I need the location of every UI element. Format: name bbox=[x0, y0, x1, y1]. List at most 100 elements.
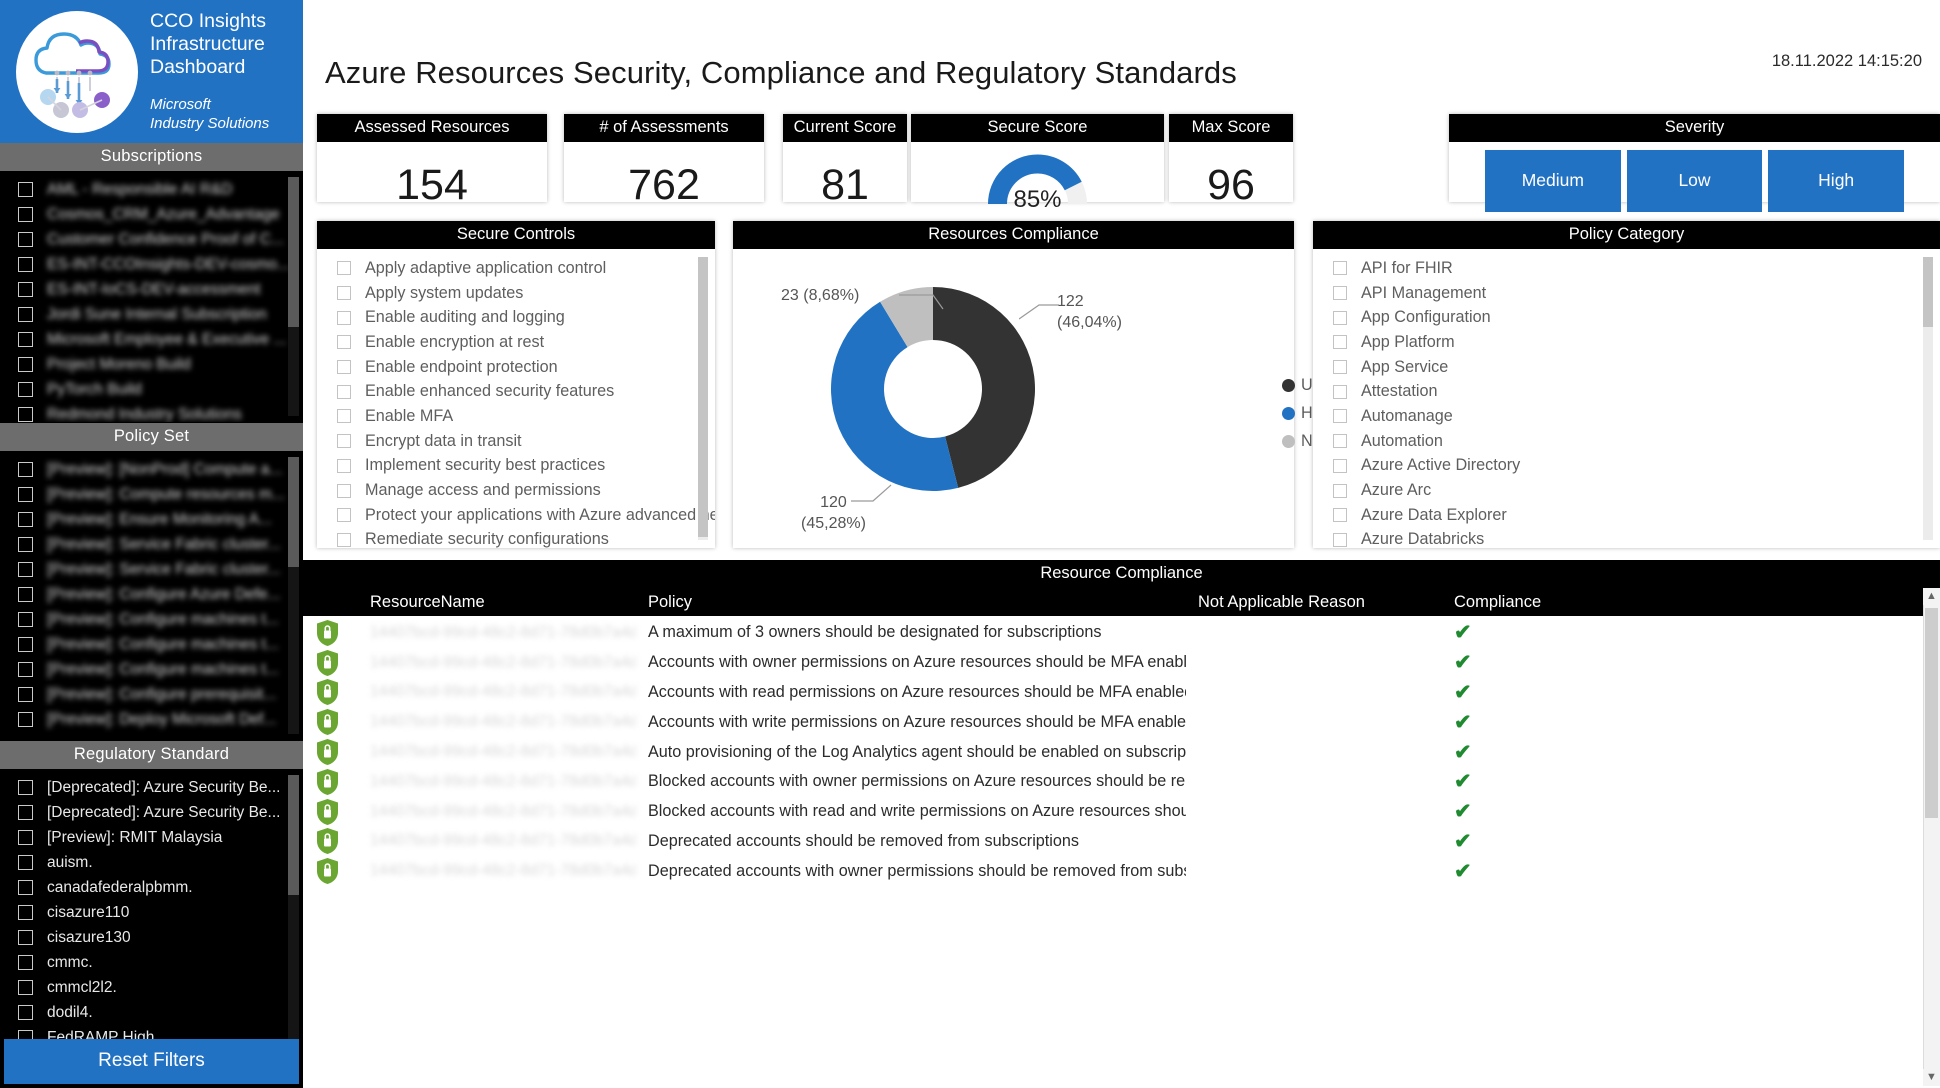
checkbox-icon[interactable] bbox=[18, 382, 33, 397]
checkbox-icon[interactable] bbox=[337, 458, 351, 473]
checkbox-icon[interactable] bbox=[1333, 384, 1347, 399]
checkbox-icon[interactable] bbox=[18, 780, 33, 795]
subscription-item[interactable]: AML - Responsible AI R&D bbox=[0, 177, 303, 202]
regulatory-standard-item[interactable]: auism. bbox=[0, 850, 303, 875]
checkbox-icon[interactable] bbox=[18, 612, 33, 627]
policy-category-item[interactable]: App Configuration bbox=[1313, 305, 1940, 330]
policy-set-item[interactable]: [Preview]: Service Fabric cluster... bbox=[0, 532, 303, 557]
secure-controls-list[interactable]: Apply adaptive application control Apply … bbox=[317, 249, 715, 548]
checkbox-icon[interactable] bbox=[337, 409, 351, 424]
policy-set-item[interactable]: [Preview]: Service Fabric cluster... bbox=[0, 557, 303, 582]
checkbox-icon[interactable] bbox=[18, 537, 33, 552]
checkbox-icon[interactable] bbox=[18, 407, 33, 422]
regulatory-standard-item[interactable]: dodil4. bbox=[0, 1000, 303, 1025]
checkbox-icon[interactable] bbox=[18, 637, 33, 652]
severity-button-medium[interactable]: Medium bbox=[1485, 150, 1621, 212]
checkbox-icon[interactable] bbox=[18, 712, 33, 727]
checkbox-icon[interactable] bbox=[1333, 360, 1347, 375]
checkbox-icon[interactable] bbox=[337, 286, 351, 301]
policy-category-item[interactable]: API Management bbox=[1313, 281, 1940, 306]
checkbox-icon[interactable] bbox=[337, 261, 351, 276]
policy-category-item[interactable]: API for FHIR bbox=[1313, 256, 1940, 281]
checkbox-icon[interactable] bbox=[18, 307, 33, 322]
policy-category-item[interactable]: Azure Databricks bbox=[1313, 528, 1940, 548]
checkbox-icon[interactable] bbox=[18, 357, 33, 372]
checkbox-icon[interactable] bbox=[18, 562, 33, 577]
table-row[interactable]: 14407bcd-99cd-48c2-8d71-78d0b7a4d96 Accou… bbox=[303, 707, 1940, 737]
checkbox-icon[interactable] bbox=[1333, 434, 1347, 449]
checkbox-icon[interactable] bbox=[337, 360, 351, 375]
secure-controls-scroll-thumb[interactable] bbox=[698, 257, 708, 537]
policy-category-list[interactable]: API for FHIR API Management App Configurat… bbox=[1313, 249, 1940, 548]
secure-control-item[interactable]: Enable endpoint protection bbox=[317, 355, 715, 380]
checkbox-icon[interactable] bbox=[337, 434, 351, 449]
severity-button-low[interactable]: Low bbox=[1626, 150, 1763, 212]
table-row[interactable]: 14407bcd-99cd-48c2-8d71-78d0b7a4d96 Depre… bbox=[303, 856, 1940, 886]
checkbox-icon[interactable] bbox=[18, 687, 33, 702]
checkbox-icon[interactable] bbox=[18, 805, 33, 820]
severity-button-high[interactable]: High bbox=[1768, 150, 1905, 212]
table-scroll-down-arrow[interactable]: ▼ bbox=[1923, 1069, 1940, 1086]
regulatory-standard-item[interactable]: cisazure110 bbox=[0, 900, 303, 925]
checkbox-icon[interactable] bbox=[18, 462, 33, 477]
checkbox-icon[interactable] bbox=[337, 335, 351, 350]
subscription-item[interactable]: Project Moreno Build bbox=[0, 352, 303, 377]
checkbox-icon[interactable] bbox=[18, 662, 33, 677]
policy-set-item[interactable]: [Preview]: Compute resources m... bbox=[0, 482, 303, 507]
policy-set-item[interactable]: [Preview]: [NonProd] Compute a... bbox=[0, 457, 303, 482]
table-row[interactable]: 14407bcd-99cd-48c2-8d71-78d0b7a4d96 Depre… bbox=[303, 827, 1940, 857]
policy-set-item[interactable]: [Preview]: Configure machines t... bbox=[0, 657, 303, 682]
policy-set-item[interactable]: [Preview]: Configure machines t... bbox=[0, 607, 303, 632]
checkbox-icon[interactable] bbox=[18, 980, 33, 995]
policy-category-item[interactable]: Automation bbox=[1313, 429, 1940, 454]
regulatory-standard-item[interactable]: [Preview]: RMIT Malaysia bbox=[0, 825, 303, 850]
secure-control-item[interactable]: Enable auditing and logging bbox=[317, 305, 715, 330]
policy-set-item[interactable]: [Preview]: Ensure Monitoring A... bbox=[0, 507, 303, 532]
policy-set-item[interactable]: [Preview]: Configure Azure Defe... bbox=[0, 582, 303, 607]
checkbox-icon[interactable] bbox=[18, 855, 33, 870]
subscription-item[interactable]: Cosmos_CRM_Azure_Advantage bbox=[0, 202, 303, 227]
checkbox-icon[interactable] bbox=[1333, 286, 1347, 301]
subscription-item[interactable]: PyTorch Build bbox=[0, 377, 303, 402]
subscription-item[interactable]: Jordi Sune Internal Subscription bbox=[0, 302, 303, 327]
policy-category-item[interactable]: Azure Data Explorer bbox=[1313, 503, 1940, 528]
subscription-item[interactable]: ES-INT-IoCS-DEV-accessment bbox=[0, 277, 303, 302]
table-scroll-thumb[interactable] bbox=[1925, 608, 1938, 818]
checkbox-icon[interactable] bbox=[18, 955, 33, 970]
checkbox-icon[interactable] bbox=[18, 905, 33, 920]
checkbox-icon[interactable] bbox=[1333, 483, 1347, 498]
subscription-item[interactable]: Microsoft Employee & Executive ... bbox=[0, 327, 303, 352]
policy-category-item[interactable]: Automanage bbox=[1313, 404, 1940, 429]
secure-control-item[interactable]: Manage access and permissions bbox=[317, 478, 715, 503]
table-row[interactable]: 14407bcd-99cd-48c2-8d71-78d0b7a4d96 Block… bbox=[303, 797, 1940, 827]
regulatory-standard-item[interactable]: canadafederalpbmm. bbox=[0, 875, 303, 900]
checkbox-icon[interactable] bbox=[18, 332, 33, 347]
checkbox-icon[interactable] bbox=[18, 587, 33, 602]
policy-set-item[interactable]: [Preview]: Configure prerequisit... bbox=[0, 682, 303, 707]
regulatory-standard-item[interactable]: cmmcl2l2. bbox=[0, 975, 303, 1000]
table-row[interactable]: 14407bcd-99cd-48c2-8d71-78d0b7a4d96 Auto … bbox=[303, 737, 1940, 767]
secure-control-item[interactable]: Apply system updates bbox=[317, 281, 715, 306]
regulatory-standard-item[interactable]: cisazure130 bbox=[0, 925, 303, 950]
secure-control-item[interactable]: Protect your applications with Azure adv… bbox=[317, 503, 715, 528]
checkbox-icon[interactable] bbox=[18, 930, 33, 945]
policy-category-item[interactable]: Azure Active Directory bbox=[1313, 454, 1940, 479]
checkbox-icon[interactable] bbox=[18, 232, 33, 247]
secure-control-item[interactable]: Apply adaptive application control bbox=[317, 256, 715, 281]
regulatory-scroll-thumb[interactable] bbox=[288, 775, 299, 895]
secure-control-item[interactable]: Encrypt data in transit bbox=[317, 429, 715, 454]
checkbox-icon[interactable] bbox=[1333, 310, 1347, 325]
checkbox-icon[interactable] bbox=[18, 182, 33, 197]
checkbox-icon[interactable] bbox=[337, 310, 351, 325]
policy-set-filter-list[interactable]: [Preview]: [NonProd] Compute a... [Previe… bbox=[0, 451, 303, 741]
policy-category-item[interactable]: App Platform bbox=[1313, 330, 1940, 355]
subscriptions-scroll-thumb[interactable] bbox=[288, 177, 299, 327]
policy-category-item[interactable]: Attestation bbox=[1313, 379, 1940, 404]
policy-set-scroll-thumb[interactable] bbox=[288, 457, 299, 567]
checkbox-icon[interactable] bbox=[18, 830, 33, 845]
checkbox-icon[interactable] bbox=[1333, 532, 1347, 547]
checkbox-icon[interactable] bbox=[337, 384, 351, 399]
secure-control-item[interactable]: Enable MFA bbox=[317, 404, 715, 429]
subscription-item[interactable]: Redmond Industry Solutions bbox=[0, 402, 303, 422]
subscription-item[interactable]: ES-INT-CCOInsights-DEV-cosmo... bbox=[0, 252, 303, 277]
